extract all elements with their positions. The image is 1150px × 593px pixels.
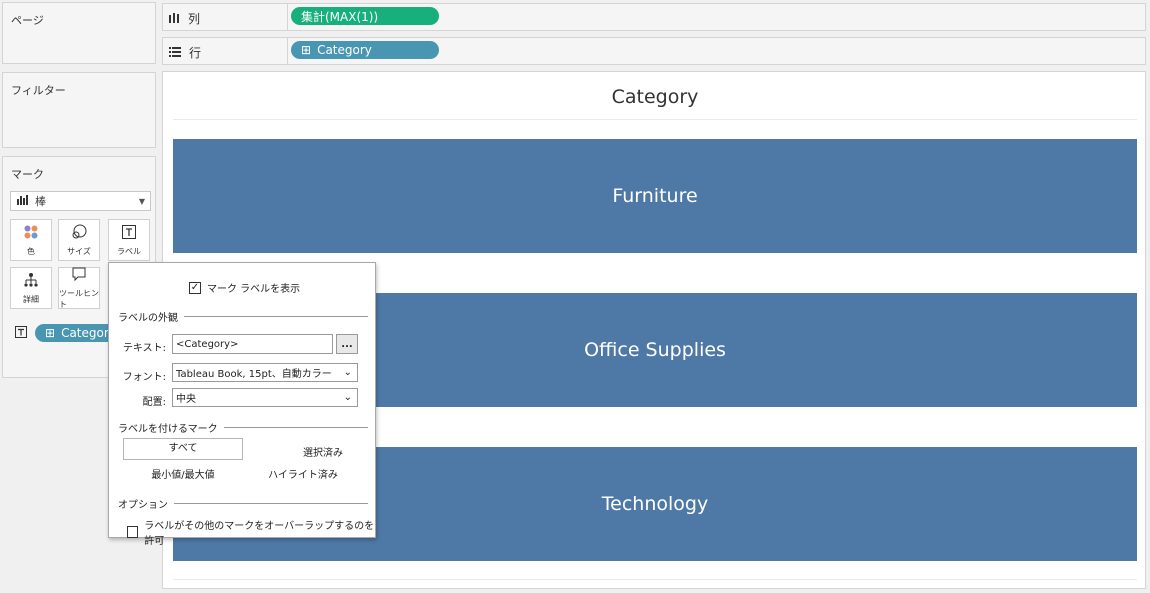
divider xyxy=(173,119,1137,120)
overlap-row[interactable]: ラベルがその他のマークをオーバーラップするのを許可 xyxy=(127,517,375,547)
rows-shelf[interactable]: 行 ⊞ Category xyxy=(162,37,1146,65)
align-row: 配置: xyxy=(109,393,169,408)
alignment-dropdown[interactable]: 中央 ⌄ xyxy=(172,388,358,407)
marks-title: マーク xyxy=(11,168,44,181)
expand-plus-icon: ⊞ xyxy=(45,326,56,340)
appearance-section: ラベルの外観 xyxy=(118,309,368,324)
viz-title: Category xyxy=(611,86,699,108)
alignment-dropdown-value: 中央 xyxy=(176,394,196,405)
chevron-down-icon: ⌄ xyxy=(343,367,352,378)
filters-title: フィルター xyxy=(11,84,66,97)
show-labels-checkbox[interactable]: ✓ xyxy=(189,281,201,294)
shelf-divider xyxy=(287,4,288,30)
show-labels-text: マーク ラベルを表示 xyxy=(207,284,301,295)
font-dropdown-value: Tableau Book, 15pt、自動カラー xyxy=(176,369,332,380)
align-field-label: 配置: xyxy=(142,397,166,408)
filters-card[interactable]: フィルター xyxy=(2,72,156,148)
rows-label: 行 xyxy=(189,46,202,60)
chevron-down-icon: ⌄ xyxy=(343,392,352,403)
columns-label: 列 xyxy=(188,12,201,26)
mark-type-dropdown[interactable]: 棒 ▼ xyxy=(10,191,151,211)
overlap-text: ラベルがその他のマークをオーバーラップするのを許可 xyxy=(144,521,375,547)
size-circles-icon xyxy=(71,224,87,242)
rows-dimension-pill[interactable]: ⊞ Category xyxy=(291,41,439,59)
expand-plus-icon: ⊞ xyxy=(301,43,312,57)
option-all[interactable]: すべて xyxy=(123,438,243,460)
speech-bubble-icon xyxy=(71,266,87,284)
hierarchy-icon xyxy=(23,272,39,290)
tooltip-button[interactable]: ツールヒント xyxy=(58,267,100,309)
mark-type-label: 棒 xyxy=(35,195,46,208)
detail-button[interactable]: 詳細 xyxy=(10,267,52,309)
chevron-down-icon: ▼ xyxy=(138,197,145,206)
pages-title: ページ xyxy=(11,14,44,27)
label-text-field[interactable]: <Category> xyxy=(172,334,333,354)
columns-shelf[interactable]: 列 集計(MAX(1)) xyxy=(162,3,1146,31)
size-button-label: サイズ xyxy=(67,246,91,256)
rows-icon xyxy=(169,46,181,60)
option-min-max[interactable]: 最小値/最大値 xyxy=(123,466,243,481)
appearance-section-title: ラベルの外観 xyxy=(118,313,178,324)
size-button[interactable]: サイズ xyxy=(58,219,100,261)
font-field-label: フォント: xyxy=(122,372,166,383)
options-section: オプション xyxy=(118,496,368,511)
divider xyxy=(184,316,368,317)
shelf-divider xyxy=(287,38,288,64)
label-marks-section-title: ラベルを付けるマーク xyxy=(118,424,218,435)
font-dropdown[interactable]: Tableau Book, 15pt、自動カラー ⌄ xyxy=(172,363,358,382)
color-button-label: 色 xyxy=(27,246,35,256)
bar-furniture[interactable]: Furniture xyxy=(173,139,1137,253)
detail-button-label: 詳細 xyxy=(23,294,39,304)
columns-pill-label: 集計(MAX(1)) xyxy=(301,9,379,24)
divider xyxy=(223,427,368,428)
label-button-label: ラベル xyxy=(117,246,141,256)
columns-measure-pill[interactable]: 集計(MAX(1)) xyxy=(291,7,439,25)
show-labels-row[interactable]: ✓ マーク ラベルを表示 xyxy=(189,280,300,295)
rows-pill-label: Category xyxy=(317,43,372,57)
edit-text-button[interactable]: ... xyxy=(336,334,358,354)
label-button[interactable]: ラベル xyxy=(108,219,150,261)
divider xyxy=(173,579,1137,580)
color-button[interactable]: 色 xyxy=(10,219,52,261)
columns-icon xyxy=(169,12,180,26)
option-selected[interactable]: 選択済み xyxy=(263,444,383,459)
color-dots-icon xyxy=(23,224,39,242)
bar-chart-icon xyxy=(17,194,29,208)
label-marks-section: ラベルを付けるマーク xyxy=(118,420,368,435)
text-t-icon xyxy=(121,224,137,242)
divider xyxy=(174,503,368,504)
text-field-label: テキスト: xyxy=(122,343,166,354)
rows-shelf-label: 行 xyxy=(169,44,201,61)
font-row: フォント: xyxy=(109,368,169,383)
pages-card: ページ xyxy=(2,2,156,64)
label-field-icon xyxy=(15,325,27,341)
label-settings-popup: ✓ マーク ラベルを表示 ラベルの外観 テキスト: <Category> ...… xyxy=(108,262,376,547)
columns-shelf-label: 列 xyxy=(169,10,200,27)
option-highlighted[interactable]: ハイライト済み xyxy=(243,466,363,481)
tooltip-button-label: ツールヒント xyxy=(59,289,99,309)
text-row: テキスト: xyxy=(109,339,169,354)
options-section-title: オプション xyxy=(118,500,168,511)
overlap-checkbox[interactable] xyxy=(127,526,139,538)
